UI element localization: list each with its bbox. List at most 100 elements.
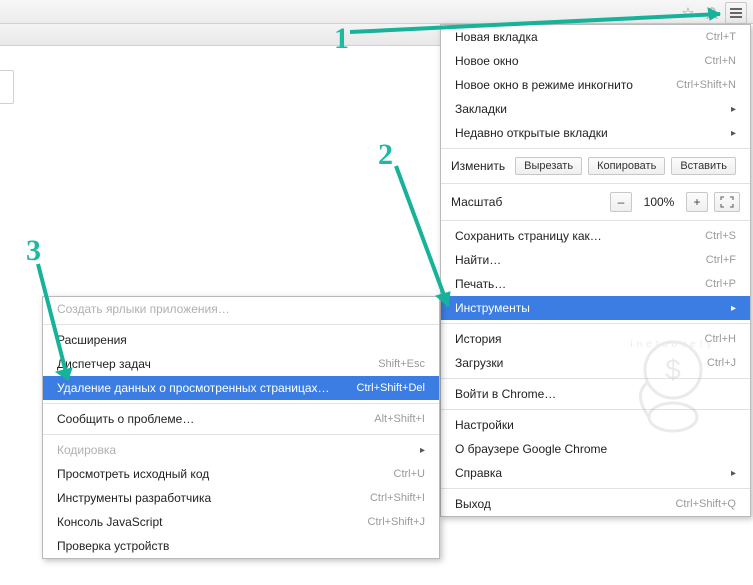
menu-label: О браузере Google Chrome [455,442,736,456]
menu-item-print[interactable]: Печать… Ctrl+P [441,272,750,296]
menu-separator [441,220,750,221]
menu-item-bookmarks[interactable]: Закладки ▸ [441,97,750,121]
menu-separator [441,409,750,410]
address-strip [0,24,440,46]
menu-separator [43,434,439,435]
menu-label: Сохранить страницу как… [455,229,685,243]
menu-shortcut: Ctrl+N [705,55,736,67]
sub-item-view-source[interactable]: Просмотреть исходный код Ctrl+U [43,462,439,486]
user-icon[interactable] [701,2,723,24]
sub-item-report[interactable]: Сообщить о проблеме… Alt+Shift+I [43,407,439,431]
menu-item-save-page[interactable]: Сохранить страницу как… Ctrl+S [441,224,750,248]
menu-shortcut: Ctrl+U [394,468,425,480]
menu-shortcut: Ctrl+Shift+I [370,492,425,504]
menu-item-help[interactable]: Справка ▸ [441,461,750,485]
window-titlebar [0,0,753,24]
submenu-arrow-icon: ▸ [420,445,425,456]
zoom-in-button[interactable]: + [686,192,708,212]
menu-shortcut: Ctrl+S [705,230,736,242]
menu-label: Закладки [455,102,711,116]
annotation-number-2: 2 [378,138,393,172]
menu-label: Новое окно [455,54,685,68]
menu-label: Диспетчер задач [57,357,358,371]
menu-item-signin[interactable]: Войти в Chrome… [441,382,750,406]
menu-shortcut: Ctrl+Shift+N [676,79,736,91]
menu-label: Удаление данных о просмотренных страница… [57,381,337,395]
tools-submenu: Создать ярлыки приложения… Расширения Ди… [42,296,440,559]
sub-item-clear-browsing-data[interactable]: Удаление данных о просмотренных страница… [43,376,439,400]
menu-shortcut: Ctrl+H [705,333,736,345]
zoom-value: 100% [638,195,680,209]
sub-item-dev-tools[interactable]: Инструменты разработчика Ctrl+Shift+I [43,486,439,510]
menu-label: Недавно открытые вкладки [455,126,711,140]
sub-item-check-devices[interactable]: Проверка устройств [43,534,439,558]
menu-item-settings[interactable]: Настройки [441,413,750,437]
submenu-arrow-icon: ▸ [731,303,736,314]
menu-shortcut: Alt+Shift+I [374,413,425,425]
menu-item-new-tab[interactable]: Новая вкладка Ctrl+T [441,25,750,49]
menu-separator [441,488,750,489]
menu-item-incognito[interactable]: Новое окно в режиме инкогнито Ctrl+Shift… [441,73,750,97]
menu-label: Справка [455,466,711,480]
edit-label: Изменить [451,159,505,173]
zoom-label: Масштаб [451,195,604,209]
bookmark-star-icon[interactable]: ☆ [677,2,699,24]
menu-separator [43,324,439,325]
menu-item-history[interactable]: История Ctrl+H [441,327,750,351]
browser-top-right: ☆ [677,2,747,24]
menu-label: Просмотреть исходный код [57,467,374,481]
menu-item-about[interactable]: О браузере Google Chrome [441,437,750,461]
copy-button[interactable]: Копировать [588,157,665,175]
menu-separator [441,323,750,324]
menu-shortcut: Ctrl+P [705,278,736,290]
sub-item-create-shortcuts[interactable]: Создать ярлыки приложения… [43,297,439,321]
cut-button[interactable]: Вырезать [515,157,582,175]
menu-item-find[interactable]: Найти… Ctrl+F [441,248,750,272]
menu-label: Сообщить о проблеме… [57,412,354,426]
menu-separator [441,378,750,379]
menu-item-recent-tabs[interactable]: Недавно открытые вкладки ▸ [441,121,750,145]
fullscreen-button[interactable] [714,192,740,212]
menu-label: Расширения [57,333,425,347]
menu-label: Создать ярлыки приложения… [57,302,425,316]
menu-label: Настройки [455,418,736,432]
menu-label: Войти в Chrome… [455,387,736,401]
menu-separator [43,403,439,404]
menu-shortcut: Shift+Esc [378,358,425,370]
menu-separator [441,183,750,184]
menu-shortcut: Ctrl+Shift+J [368,516,425,528]
menu-shortcut: Ctrl+F [706,254,736,266]
menu-item-new-window[interactable]: Новое окно Ctrl+N [441,49,750,73]
menu-shortcut: Ctrl+J [707,357,736,369]
sub-item-encoding[interactable]: Кодировка ▸ [43,438,439,462]
menu-label: Кодировка [57,443,400,457]
address-left-fragment [0,70,14,104]
menu-edit-row: Изменить Вырезать Копировать Вставить [441,152,750,180]
paste-button[interactable]: Вставить [671,157,736,175]
menu-shortcut: Ctrl+Shift+Q [675,498,736,510]
menu-zoom-row: Масштаб – 100% + [441,187,750,217]
menu-label: История [455,332,685,346]
sub-item-extensions[interactable]: Расширения [43,328,439,352]
zoom-out-button[interactable]: – [610,192,632,212]
annotation-number-3: 3 [26,234,41,268]
sub-item-js-console[interactable]: Консоль JavaScript Ctrl+Shift+J [43,510,439,534]
menu-label: Проверка устройств [57,539,425,553]
menu-label: Выход [455,497,655,511]
annotation-number-1: 1 [334,22,349,56]
menu-label: Инструменты [455,301,711,315]
sub-item-task-manager[interactable]: Диспетчер задач Shift+Esc [43,352,439,376]
menu-item-tools[interactable]: Инструменты ▸ [441,296,750,320]
submenu-arrow-icon: ▸ [731,104,736,115]
submenu-arrow-icon: ▸ [731,468,736,479]
chrome-main-menu: Новая вкладка Ctrl+T Новое окно Ctrl+N Н… [440,24,751,517]
hamburger-menu-icon[interactable] [725,2,747,24]
submenu-arrow-icon: ▸ [731,128,736,139]
menu-label: Загрузки [455,356,687,370]
menu-label: Новая вкладка [455,30,686,44]
menu-label: Консоль JavaScript [57,515,348,529]
menu-shortcut: Ctrl+T [706,31,736,43]
menu-item-exit[interactable]: Выход Ctrl+Shift+Q [441,492,750,516]
menu-item-downloads[interactable]: Загрузки Ctrl+J [441,351,750,375]
menu-label: Новое окно в режиме инкогнито [455,78,656,92]
